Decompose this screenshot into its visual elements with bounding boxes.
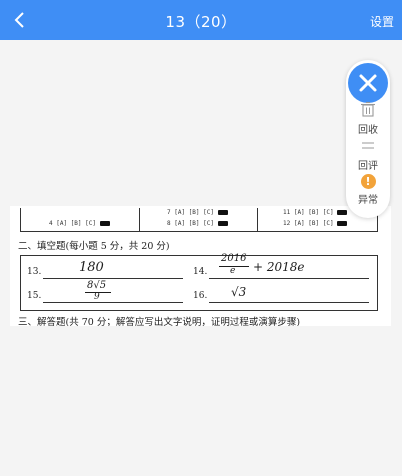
abnormal-label: 异常 [358, 195, 378, 206]
multiple-choice-grid: 7 [A] [B] [C] 11 [A] [B] [C] 4 [A] [B] [… [20, 208, 378, 232]
warning-icon: ! [360, 174, 376, 189]
close-icon [359, 74, 377, 92]
page-title: 13（20） [165, 13, 237, 31]
answer-sheet-image: 7 [A] [B] [C] 11 [A] [B] [C] 4 [A] [B] [… [10, 206, 391, 326]
rereview-label: 回评 [358, 161, 378, 172]
answer-16: √3 [231, 285, 247, 299]
fill-in-answers-box: 13. 180 14. 2016 e + 2018e 15. 8√5 9 16.… [20, 253, 378, 311]
recycle-label: 回收 [358, 125, 378, 136]
close-panel-button[interactable] [348, 63, 388, 103]
trash-icon [361, 101, 375, 117]
abnormal-button[interactable]: ! 异常 [346, 174, 390, 206]
top-bar: 13（20） 设置 [0, 0, 402, 40]
section-heading-solve: 三、解答题(共 70 分；解答应写出文字说明，证明过程或演算步骤) [18, 317, 301, 326]
floating-action-panel: 回收 回评 ! 异常 [346, 60, 390, 218]
rereview-button[interactable]: 回评 [346, 138, 390, 172]
answer-13: 180 [79, 260, 104, 275]
settings-button[interactable]: 设置 [370, 13, 394, 30]
lines-icon [362, 142, 374, 149]
recycle-button[interactable]: 回收 [346, 101, 390, 136]
section-heading-fill-in: 二、填空题(每小题 5 分，共 20 分) [18, 241, 170, 252]
